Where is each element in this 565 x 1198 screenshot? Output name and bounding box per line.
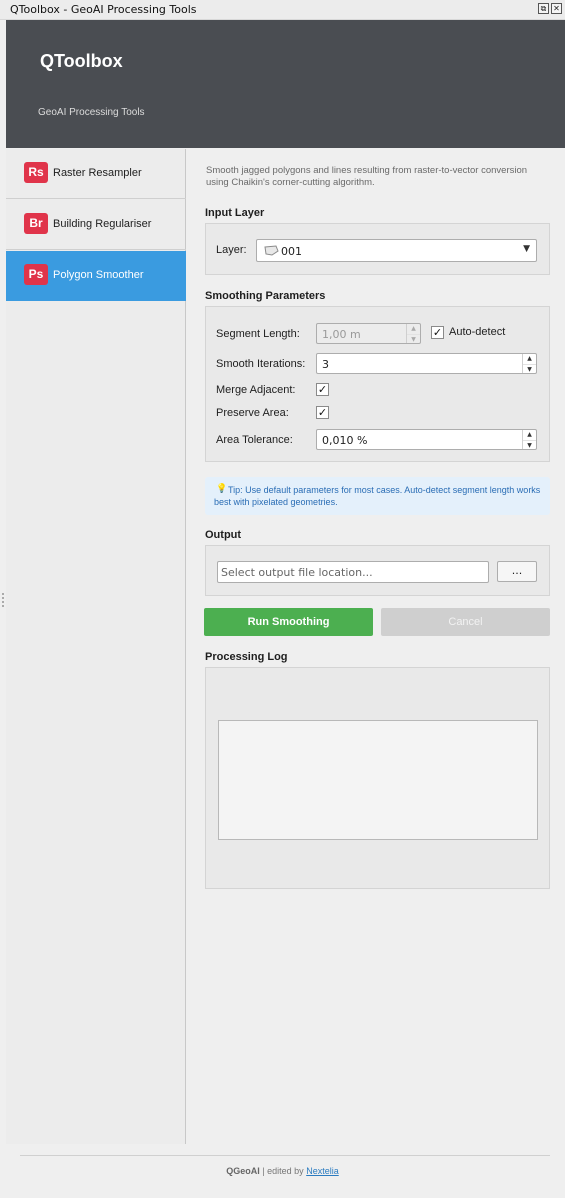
- close-icon[interactable]: ✕: [551, 3, 562, 14]
- sidebar-item-raster-resampler[interactable]: Rs Raster Resampler: [6, 149, 186, 199]
- segment-length-label: Segment Length:: [216, 328, 300, 340]
- output-group: Select output file location... ...: [205, 545, 550, 596]
- layer-combobox[interactable]: 001 ▼: [256, 239, 537, 262]
- spin-down-icon[interactable]: ▼: [523, 439, 536, 450]
- spin-down-icon[interactable]: ▼: [407, 333, 420, 344]
- area-tolerance-spinbox[interactable]: 0,010 % ▲ ▼: [316, 429, 537, 450]
- output-path-placeholder: Select output file location...: [221, 566, 373, 579]
- spin-up-icon[interactable]: ▲: [523, 354, 536, 364]
- output-path-input[interactable]: Select output file location...: [217, 561, 489, 583]
- processing-log-group: [205, 667, 550, 889]
- smooth-iterations-spinbox[interactable]: 3 ▲ ▼: [316, 353, 537, 374]
- tip-text: Tip: Use default parameters for most cas…: [214, 485, 541, 507]
- sidebar: Rs Raster Resampler Br Building Regulari…: [6, 149, 186, 1144]
- footer-separator: |: [262, 1166, 265, 1176]
- footer-divider: [20, 1155, 550, 1156]
- run-smoothing-button[interactable]: Run Smoothing: [204, 608, 373, 636]
- merge-adjacent-label: Merge Adjacent:: [216, 384, 296, 396]
- input-layer-heading: Input Layer: [205, 207, 265, 219]
- tool-description: Smooth jagged polygons and lines resulti…: [206, 165, 528, 188]
- footer: QGeoAI | edited by Nextelia: [0, 1166, 565, 1176]
- building-regulariser-icon: Br: [24, 213, 48, 234]
- area-tolerance-label: Area Tolerance:: [216, 434, 293, 446]
- output-heading: Output: [205, 529, 242, 541]
- smooth-iterations-label: Smooth Iterations:: [216, 358, 306, 370]
- dock-resize-grip[interactable]: [2, 593, 4, 607]
- footer-edited-by: edited by: [267, 1166, 304, 1176]
- preserve-area-label: Preserve Area:: [216, 407, 289, 419]
- float-icon[interactable]: ⧉: [538, 3, 549, 14]
- segment-length-value: 1,00 m: [322, 328, 361, 341]
- segment-length-spinbox[interactable]: 1,00 m ▲ ▼: [316, 323, 421, 344]
- polygon-smoother-icon: Ps: [24, 264, 48, 285]
- processing-log-textarea[interactable]: [218, 720, 538, 840]
- input-layer-group: Layer: 001 ▼: [205, 223, 550, 275]
- app-header: QToolbox GeoAI Processing Tools: [6, 20, 565, 148]
- browse-button[interactable]: ...: [497, 561, 537, 582]
- processing-log-heading: Processing Log: [205, 651, 288, 663]
- nextelia-link[interactable]: Nextelia: [306, 1166, 339, 1176]
- area-tolerance-value: 0,010 %: [322, 434, 368, 447]
- layer-label: Layer:: [216, 244, 247, 256]
- app-title: QToolbox: [40, 51, 123, 71]
- polygon-layer-icon: [264, 245, 279, 256]
- footer-brand: QGeoAI: [226, 1166, 260, 1176]
- spin-up-icon[interactable]: ▲: [523, 430, 536, 440]
- main-panel: Smooth jagged polygons and lines resulti…: [188, 149, 565, 1144]
- chevron-down-icon: ▼: [523, 244, 530, 254]
- auto-detect-label: Auto-detect: [449, 326, 506, 338]
- sidebar-item-building-regulariser[interactable]: Br Building Regulariser: [6, 200, 186, 250]
- window-title: QToolbox - GeoAI Processing Tools: [10, 3, 197, 16]
- preserve-area-checkbox[interactable]: ✓: [316, 406, 329, 419]
- spin-down-icon[interactable]: ▼: [523, 363, 536, 374]
- layer-value: 001: [281, 245, 302, 258]
- smoothing-parameters-group: Segment Length: 1,00 m ▲ ▼ ✓ Auto-detect …: [205, 306, 550, 462]
- auto-detect-checkbox[interactable]: ✓: [431, 326, 444, 339]
- raster-resampler-icon: Rs: [24, 162, 48, 183]
- sidebar-item-label: Building Regulariser: [53, 218, 152, 230]
- merge-adjacent-checkbox[interactable]: ✓: [316, 383, 329, 396]
- app-subtitle: GeoAI Processing Tools: [38, 107, 145, 118]
- sidebar-item-polygon-smoother[interactable]: Ps Polygon Smoother: [6, 251, 186, 301]
- sidebar-item-label: Raster Resampler: [53, 167, 142, 179]
- window-titlebar: QToolbox - GeoAI Processing Tools ⧉ ✕: [0, 0, 565, 20]
- cancel-button[interactable]: Cancel: [381, 608, 550, 636]
- smooth-iterations-value: 3: [322, 358, 329, 371]
- smoothing-parameters-heading: Smoothing Parameters: [205, 290, 326, 302]
- spin-up-icon[interactable]: ▲: [407, 324, 420, 334]
- sidebar-item-label: Polygon Smoother: [53, 269, 144, 281]
- tip-box: 💡 Tip: Use default parameters for most c…: [205, 477, 550, 515]
